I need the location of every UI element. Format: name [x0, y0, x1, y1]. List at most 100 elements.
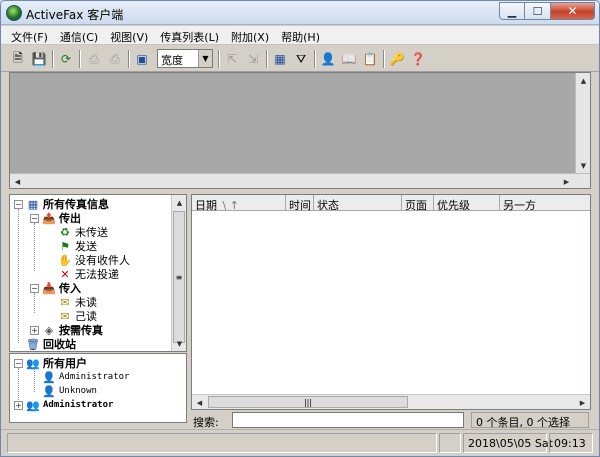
app-window: ActiveFax 客户端 ▁ ☐ ✕ 文件(F) 通信(C) 视图(V) 传真…	[0, 0, 600, 457]
tree-node-administrator[interactable]: + 👥 Administrator	[14, 398, 113, 412]
column-label: 日期	[195, 199, 217, 211]
tree-node-outgoing[interactable]: − 📤 传出	[30, 211, 81, 225]
address-book-icon[interactable]: 📖	[340, 50, 358, 68]
collapse-icon[interactable]: −	[30, 283, 39, 293]
user-name: Unknown	[59, 386, 97, 396]
menu-bar: 文件(F) 通信(C) 视图(V) 传真列表(L) 附加(X) 帮助(H)	[1, 26, 599, 45]
tree-node-incoming[interactable]: − 📥 传入	[30, 281, 81, 295]
column-label: 页面	[405, 199, 427, 211]
zoom-select[interactable]: 宽度 ▼	[157, 49, 213, 68]
scroll-left-icon[interactable]: ◀	[192, 395, 207, 409]
envelope-icon: ✉	[60, 295, 70, 309]
column-date[interactable]: 日期 \ ↑	[192, 195, 286, 211]
status-indicator	[439, 433, 461, 453]
fax-list[interactable]: 日期 \ ↑ 时间 状态 页面 优先级 另一方 ◀ ||| ▶	[191, 194, 591, 410]
tree-line	[18, 209, 19, 343]
expand-icon[interactable]: +	[30, 325, 39, 335]
tree-node-no-recipient[interactable]: ✋ 没有收件人	[58, 253, 130, 268]
tree-vertical-scrollbar[interactable]: ▲ ≡ ▼	[171, 195, 186, 351]
display-icon[interactable]: ▣	[133, 50, 151, 68]
close-icon: ✕	[567, 4, 578, 18]
expand-icon[interactable]: +	[14, 400, 23, 410]
refresh-icon[interactable]: ⟳	[57, 50, 75, 68]
refresh-arrows-icon: ♻	[60, 225, 70, 239]
page-next-icon[interactable]: ⇲	[244, 50, 262, 68]
tree-line	[34, 223, 35, 271]
user-item[interactable]: 👤 Unknown	[42, 384, 97, 398]
chevron-down-icon[interactable]: ▼	[198, 50, 212, 67]
menu-communication[interactable]: 通信(C)	[54, 26, 104, 44]
folder-tree[interactable]: − ▦ 所有传真信息 − 📤 传出 ♻ 未传送 ⚑ 发送 ✋ 没有收件人 ✕ 无…	[9, 194, 187, 352]
column-pages[interactable]: 页面	[402, 195, 434, 211]
filter-icon[interactable]: ⛛	[292, 50, 310, 68]
close-button[interactable]: ✕	[551, 2, 595, 20]
scroll-thumb[interactable]: |||	[208, 396, 408, 408]
column-label: 状态	[317, 199, 339, 211]
maximize-button[interactable]: ☐	[525, 2, 551, 20]
scroll-right-icon[interactable]: ▶	[559, 174, 574, 189]
help-icon[interactable]: ❓	[409, 50, 427, 68]
hand-icon: ✋	[58, 253, 72, 267]
scroll-down-icon[interactable]: ▼	[576, 158, 591, 173]
column-status[interactable]: 状态	[314, 195, 402, 211]
users-group-icon: 👥	[26, 398, 40, 412]
minimize-button[interactable]: ▁	[499, 2, 525, 20]
column-other-party[interactable]: 另一方	[500, 195, 590, 211]
tree-node-sent[interactable]: ⚑ 发送	[58, 239, 97, 254]
scroll-right-icon[interactable]: ▶	[575, 395, 590, 409]
preview-vertical-scrollbar[interactable]: ▲ ▼	[575, 73, 590, 173]
column-time[interactable]: 时间	[286, 195, 314, 211]
new-fax-icon[interactable]: 🗎	[9, 50, 27, 68]
list-header: 日期 \ ↑ 时间 状态 页面 优先级 另一方	[192, 195, 590, 211]
columns-icon[interactable]: ▦	[271, 50, 289, 68]
sort-indicator: \ ↑	[222, 199, 239, 211]
tree-label: Administrator	[43, 400, 114, 410]
activefax-globe-icon	[6, 5, 22, 21]
scroll-down-icon[interactable]: ▼	[172, 336, 186, 351]
menu-help[interactable]: 帮助(H)	[275, 26, 326, 44]
user-icon: 👤	[42, 384, 56, 398]
search-input[interactable]	[232, 412, 464, 428]
toolbar-separator	[128, 50, 130, 68]
user-item[interactable]: 👤 Administrator	[42, 370, 129, 384]
column-priority[interactable]: 优先级	[434, 195, 500, 211]
search-row: 搜索: 0 个条目, 0 个选择	[191, 411, 591, 429]
tree-node-all-users[interactable]: − 👥 所有用户	[14, 356, 87, 370]
tree-node-unread[interactable]: ✉ 未读	[58, 295, 97, 310]
menu-view[interactable]: 视图(V)	[104, 26, 154, 44]
tree-node-not-sent[interactable]: ♻ 未传送	[58, 225, 108, 240]
menu-extras[interactable]: 附加(X)	[225, 26, 275, 44]
tree-node-on-demand[interactable]: + ◈ 按需传真	[30, 323, 103, 337]
user-icon[interactable]: 👤	[319, 50, 337, 68]
menu-file[interactable]: 文件(F)	[5, 26, 54, 44]
collapse-icon[interactable]: −	[30, 213, 39, 223]
tree-node-undeliverable[interactable]: ✕ 无法投递	[58, 267, 119, 282]
tree-label: 所有用户	[43, 357, 87, 370]
collapse-icon[interactable]: −	[14, 199, 23, 209]
menu-fax-list[interactable]: 传真列表(L)	[154, 26, 225, 44]
log-icon[interactable]: 📋	[361, 50, 379, 68]
preview-horizontal-scrollbar[interactable]: ◀ ▶	[10, 173, 590, 188]
user-tree[interactable]: − 👥 所有用户 👤 Administrator 👤 Unknown + 👥 A…	[9, 353, 187, 423]
list-horizontal-scrollbar[interactable]: ◀ ||| ▶	[192, 394, 590, 409]
recycle-bin-icon: 🗑	[26, 337, 40, 351]
page-prev-icon[interactable]: ⇱	[223, 50, 241, 68]
scroll-thumb[interactable]: ≡	[173, 211, 185, 343]
disk-stack-icon: ◈	[44, 323, 54, 337]
collapse-icon[interactable]: −	[14, 358, 23, 368]
print-icon[interactable]: ⎙	[85, 50, 103, 68]
title-bar[interactable]: ActiveFax 客户端 ▁ ☐ ✕	[1, 1, 599, 25]
fax-preview-area[interactable]: ▲ ▼ ◀ ▶	[9, 72, 591, 189]
tree-node-read[interactable]: ✉ 己读	[58, 309, 97, 324]
tree-node-recycle[interactable]: 🗑 回收站	[26, 337, 76, 352]
users-group-icon: 👥	[26, 356, 40, 370]
scroll-up-icon[interactable]: ▲	[172, 195, 186, 210]
column-label: 优先级	[437, 199, 470, 211]
tree-node-all-fax[interactable]: − ▦ 所有传真信息	[14, 197, 109, 211]
key-icon[interactable]: 🔑	[388, 50, 406, 68]
scroll-up-icon[interactable]: ▲	[576, 73, 591, 88]
print-preview-icon[interactable]: ⎙	[106, 50, 124, 68]
save-icon[interactable]: 💾	[30, 50, 48, 68]
item-count: 0 个条目, 0 个选择	[471, 412, 589, 429]
scroll-left-icon[interactable]: ◀	[10, 174, 25, 189]
